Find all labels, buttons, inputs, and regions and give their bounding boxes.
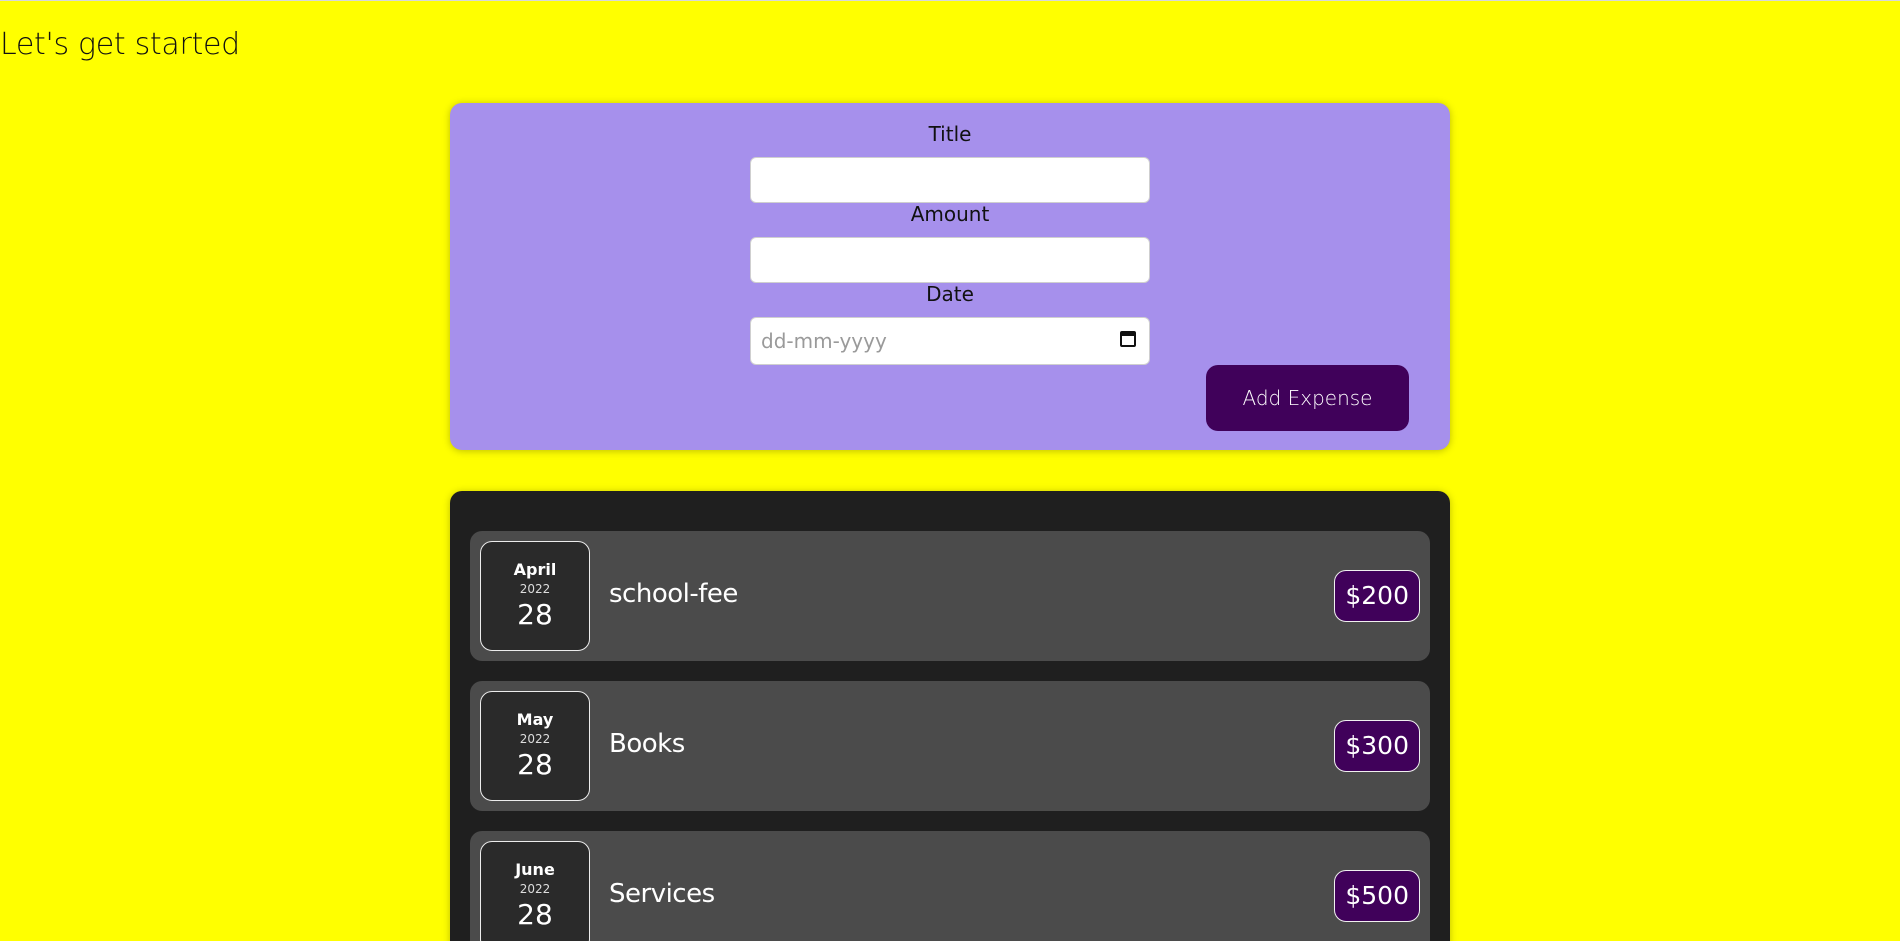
- expense-day: 28: [517, 898, 553, 931]
- expense-date: May 2022 28: [480, 691, 590, 801]
- expense-item[interactable]: April 2022 28 school-fee $200: [470, 531, 1430, 661]
- expense-item[interactable]: June 2022 28 Services $500: [470, 831, 1430, 941]
- expense-month: June: [515, 860, 555, 879]
- expense-year: 2022: [519, 882, 551, 896]
- date-field: [750, 317, 1150, 365]
- date-label: Date: [926, 282, 974, 306]
- expense-day: 28: [517, 598, 553, 631]
- add-expense-button[interactable]: Add Expense: [1206, 365, 1409, 431]
- expense-day: 28: [517, 748, 553, 781]
- date-input[interactable]: [750, 317, 1150, 365]
- expenses-list: April 2022 28 school-fee $200 May 2022 2…: [450, 491, 1450, 941]
- new-expense-form: Title Amount Date Add Expense: [450, 103, 1450, 450]
- expense-title: Books: [609, 729, 685, 759]
- title-label: Title: [928, 122, 972, 146]
- expense-year: 2022: [519, 582, 551, 596]
- expense-title: school-fee: [609, 579, 738, 609]
- amount-input[interactable]: [750, 237, 1150, 283]
- expense-amount: $200: [1334, 570, 1420, 622]
- expense-month: May: [516, 710, 554, 729]
- expense-year: 2022: [519, 732, 551, 746]
- amount-label: Amount: [910, 202, 990, 226]
- calendar-icon[interactable]: [1120, 331, 1136, 347]
- expense-amount: $500: [1334, 870, 1420, 922]
- expense-item[interactable]: May 2022 28 Books $300: [470, 681, 1430, 811]
- title-input[interactable]: [750, 157, 1150, 203]
- expense-amount: $300: [1334, 720, 1420, 772]
- expense-month: April: [513, 560, 557, 579]
- page-heading: Let's get started: [0, 27, 240, 62]
- expense-date: June 2022 28: [480, 841, 590, 941]
- expense-tracker-page: Let's get started Title Amount Date Add …: [0, 0, 1900, 941]
- expense-date: April 2022 28: [480, 541, 590, 651]
- expense-title: Services: [609, 879, 715, 909]
